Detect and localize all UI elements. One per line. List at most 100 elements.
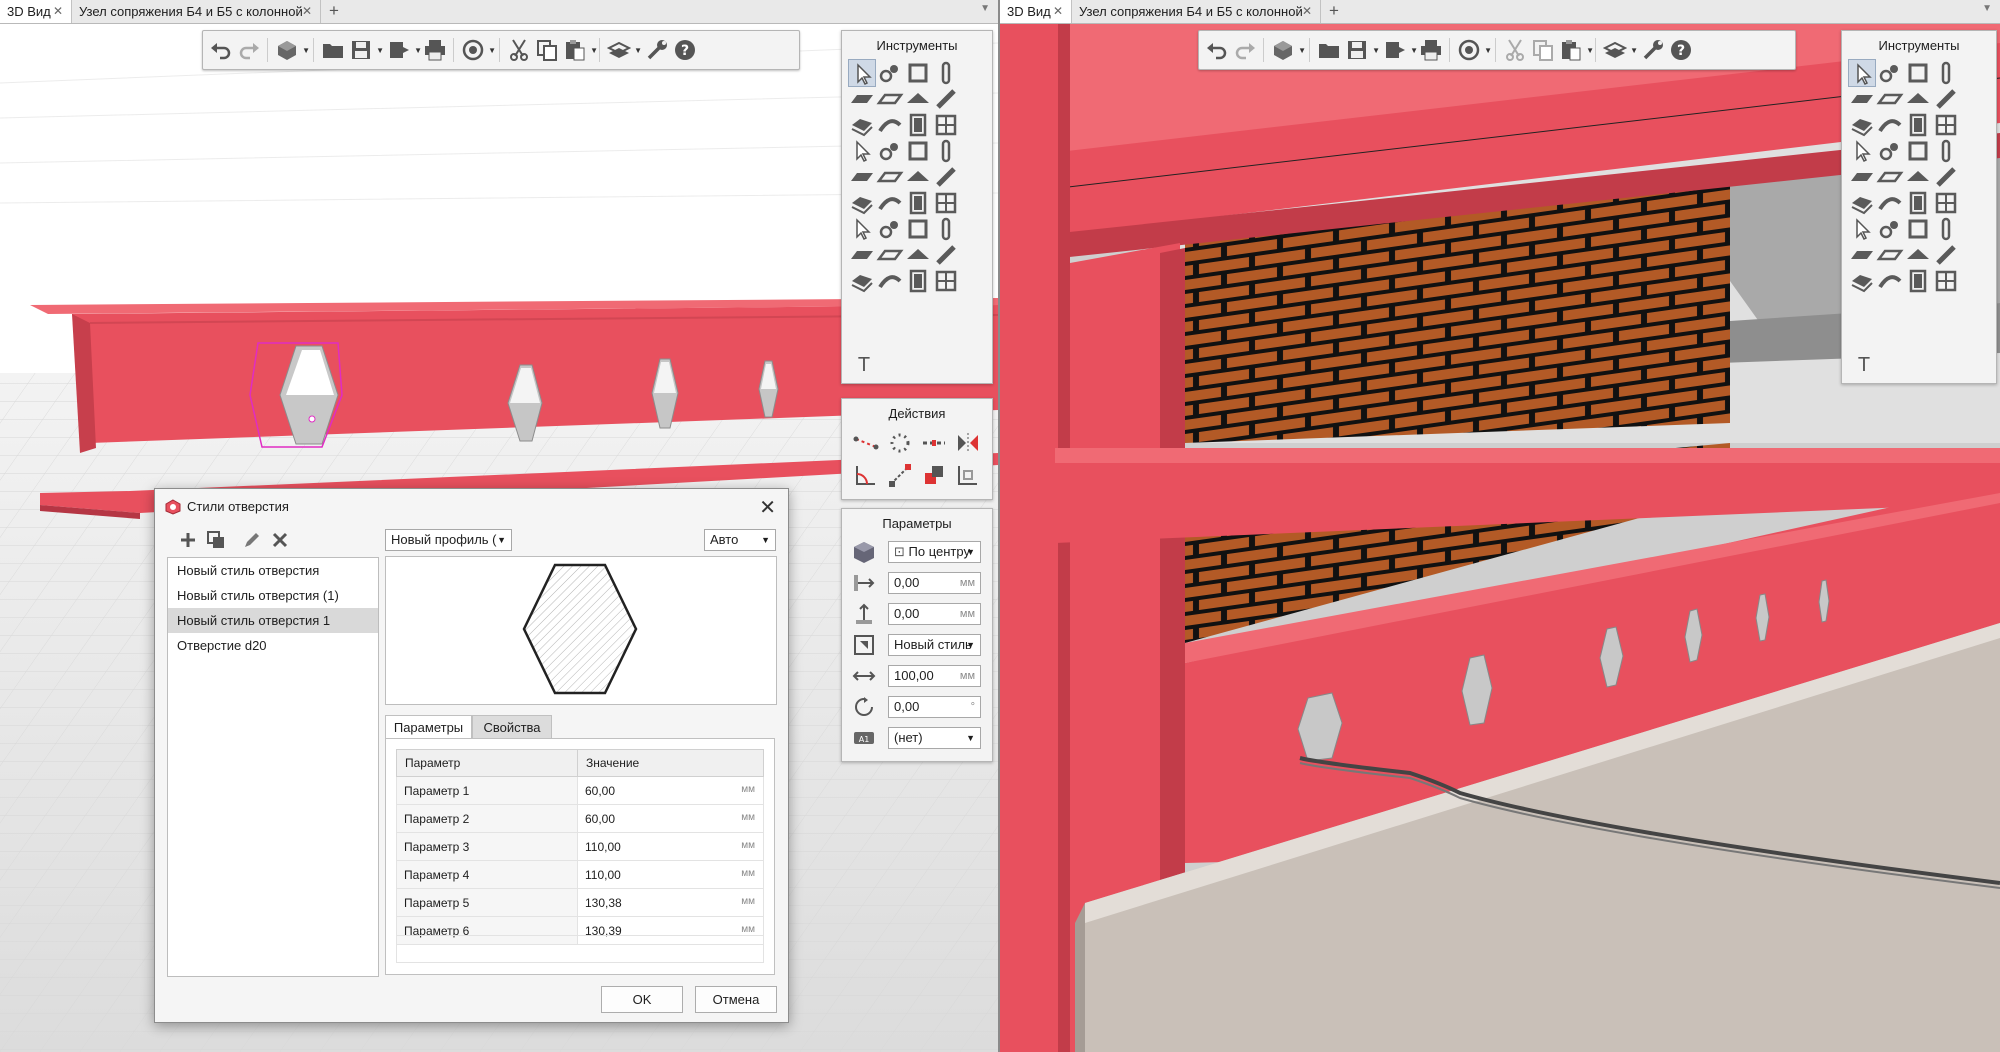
param-value-cell[interactable]: 60,00 мм — [577, 776, 764, 805]
param-value-cell[interactable]: 60,00 мм — [577, 804, 764, 833]
offset-x-input[interactable]: 0,00 мм — [888, 572, 981, 594]
align-icon[interactable] — [954, 461, 982, 489]
camera-icon[interactable] — [876, 163, 904, 191]
array-circle-icon[interactable] — [886, 429, 914, 457]
mirror-icon[interactable] — [954, 429, 982, 457]
weld-icon[interactable] — [904, 215, 932, 243]
stair-icon[interactable] — [1848, 111, 1876, 139]
measure-icon[interactable] — [1904, 267, 1932, 295]
divide-points-icon[interactable] — [852, 429, 880, 457]
tab-parameters[interactable]: Параметры — [385, 715, 472, 738]
fitting-icon[interactable] — [1904, 137, 1932, 165]
edit-pencil-icon[interactable] — [241, 529, 263, 551]
stirrup-icon[interactable] — [932, 189, 960, 217]
export-icon[interactable]: ▼ — [1383, 38, 1418, 62]
chevron-down-icon[interactable]: ▼ — [1982, 3, 1992, 14]
undo-icon[interactable] — [1205, 38, 1229, 62]
copy-icon[interactable] — [1531, 38, 1555, 62]
column-icon[interactable] — [1932, 59, 1960, 87]
view-cube-icon[interactable]: ▼ — [275, 38, 310, 62]
ramp-icon[interactable] — [1876, 111, 1904, 139]
image-icon[interactable] — [848, 267, 876, 295]
stirrup-icon[interactable] — [1932, 189, 1960, 217]
wrench-icon[interactable] — [645, 38, 669, 62]
close-icon[interactable]: ✕ — [1053, 0, 1063, 23]
dimension-icon[interactable] — [876, 267, 904, 295]
copy-move-icon[interactable] — [920, 461, 948, 489]
delete-icon[interactable] — [269, 529, 291, 551]
save-icon[interactable]: ▼ — [349, 38, 384, 62]
cut-icon[interactable] — [1503, 38, 1527, 62]
railing-icon[interactable] — [848, 137, 876, 165]
close-icon[interactable]: ✕ — [53, 0, 63, 23]
camera-icon[interactable] — [1876, 163, 1904, 191]
node-icon[interactable] — [876, 59, 904, 87]
open-folder-icon[interactable] — [1317, 38, 1341, 62]
angle-icon[interactable] — [852, 461, 880, 489]
rebar-icon[interactable] — [1848, 189, 1876, 217]
pipe-icon[interactable] — [1932, 137, 1960, 165]
help-icon[interactable]: ? — [1669, 38, 1693, 62]
door-icon[interactable] — [1904, 111, 1932, 139]
equipment-icon[interactable] — [1848, 163, 1876, 191]
bend-icon[interactable] — [932, 163, 960, 191]
profile-dropdown[interactable]: Новый профиль (▼ — [385, 529, 512, 551]
close-icon[interactable]: ✕ — [1302, 0, 1312, 23]
anchor-icon[interactable] — [876, 215, 904, 243]
bend-icon[interactable] — [1932, 163, 1960, 191]
print-icon[interactable] — [423, 38, 447, 62]
plate-icon[interactable] — [1876, 85, 1904, 113]
dimension-icon[interactable] — [1876, 267, 1904, 295]
plate-icon[interactable] — [876, 85, 904, 113]
pipe-icon[interactable] — [932, 137, 960, 165]
roof-icon[interactable] — [904, 85, 932, 113]
section-icon[interactable] — [848, 241, 876, 269]
beam-icon[interactable] — [932, 85, 960, 113]
wall-icon[interactable] — [904, 59, 932, 87]
move-icon[interactable] — [886, 461, 914, 489]
print-icon[interactable] — [1419, 38, 1443, 62]
length-input[interactable]: 100,00 мм — [888, 665, 981, 687]
list-item[interactable]: Новый стиль отверстия (1) — [168, 583, 378, 608]
layers-icon[interactable]: ▼ — [607, 38, 642, 62]
text-tool-icon[interactable]: T — [1850, 351, 1878, 379]
profile-icon[interactable] — [932, 241, 960, 269]
cut-icon[interactable] — [507, 38, 531, 62]
redo-icon[interactable] — [1233, 38, 1257, 62]
node-icon[interactable] — [1876, 59, 1904, 87]
fitting-icon[interactable] — [904, 137, 932, 165]
select-icon[interactable] — [848, 59, 876, 87]
roof-icon[interactable] — [1904, 85, 1932, 113]
beam-icon[interactable] — [1932, 85, 1960, 113]
anchor-dropdown[interactable]: ⊡ По центру ▼ — [888, 541, 981, 563]
spiral-icon[interactable] — [1904, 189, 1932, 217]
railing-icon[interactable] — [1848, 137, 1876, 165]
chevron-down-icon[interactable]: ▼ — [980, 3, 990, 14]
redo-icon[interactable] — [237, 38, 261, 62]
weld-icon[interactable] — [1904, 215, 1932, 243]
frame-icon[interactable] — [904, 241, 932, 269]
param-value-cell[interactable]: 110,00 мм — [577, 860, 764, 889]
spiral-icon[interactable] — [904, 189, 932, 217]
export-icon[interactable]: ▼ — [387, 38, 422, 62]
frame-icon[interactable] — [1904, 241, 1932, 269]
save-icon[interactable]: ▼ — [1345, 38, 1380, 62]
cluster-icon[interactable] — [848, 215, 876, 243]
profile-icon[interactable] — [1932, 241, 1960, 269]
left-tab-3d-view[interactable]: 3D Вид ✕ — [0, 0, 72, 23]
right-tab-3d-view[interactable]: 3D Вид ✕ — [1000, 0, 1072, 23]
line-icon[interactable] — [1876, 137, 1904, 165]
right-tab-node[interactable]: Узел сопряжения Б4 и Б5 с колонной ✕ — [1072, 0, 1321, 23]
mesh-icon[interactable] — [876, 189, 904, 217]
zone-icon[interactable] — [932, 267, 960, 295]
close-icon[interactable]: ✕ — [759, 495, 776, 520]
add-tab-icon[interactable]: + — [1324, 0, 1344, 23]
paste-icon[interactable]: ▼ — [1559, 38, 1594, 62]
text-tool-icon[interactable]: T — [850, 351, 878, 379]
wrench-icon[interactable] — [1641, 38, 1665, 62]
column-icon[interactable] — [932, 59, 960, 87]
zone-icon[interactable] — [1932, 267, 1960, 295]
window-icon[interactable] — [932, 111, 960, 139]
duplicate-icon[interactable] — [205, 529, 227, 551]
dialog-title-bar[interactable]: Стили отверстия ✕ — [155, 489, 788, 523]
